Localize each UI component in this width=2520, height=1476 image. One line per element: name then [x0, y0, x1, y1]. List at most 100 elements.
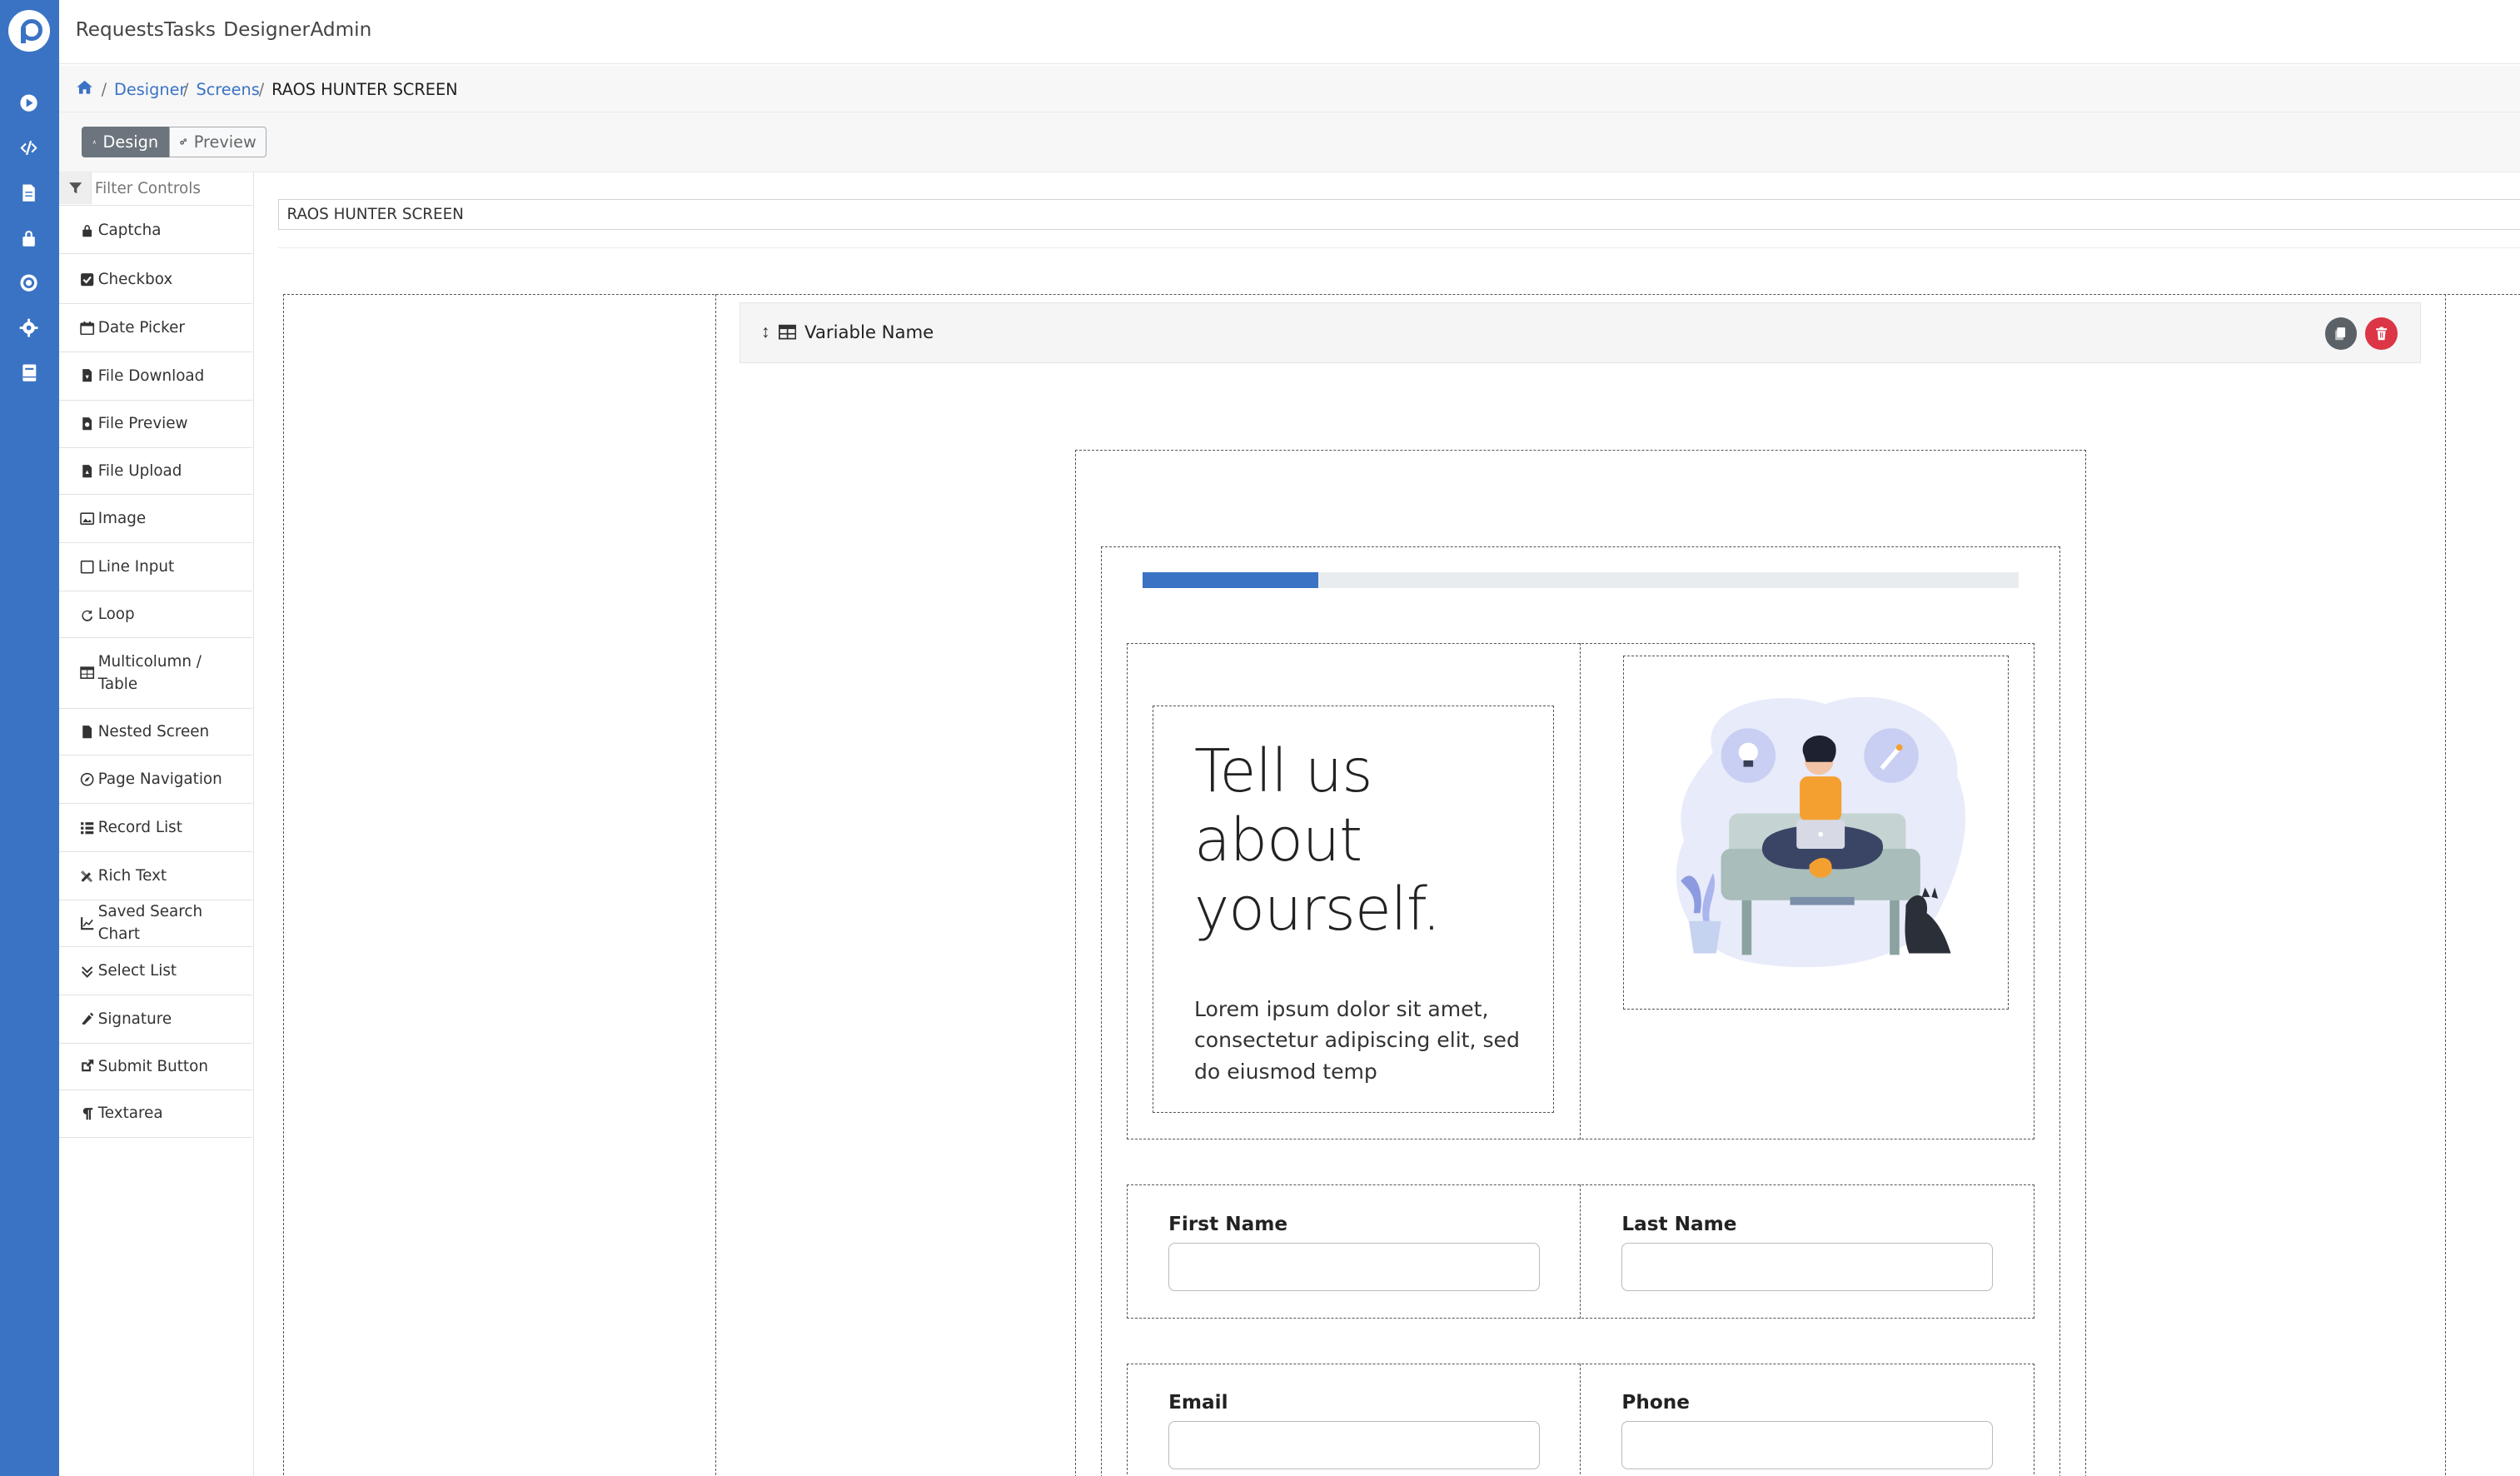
control-label: Checkbox — [97, 270, 173, 288]
control-label: Date Picker — [97, 318, 185, 337]
control-nested-screen[interactable]: Nested Screen — [59, 709, 252, 756]
phone-input[interactable] — [1621, 1421, 1994, 1469]
copy-button[interactable] — [2324, 317, 2358, 350]
email-label: Email — [1168, 1392, 1228, 1414]
trash-icon — [2375, 327, 2387, 341]
move-handle-icon[interactable]: ↕ — [761, 322, 770, 342]
control-date-picker[interactable]: Date Picker — [59, 304, 252, 352]
copy-icon — [2335, 327, 2346, 341]
left-rail — [0, 0, 60, 1476]
control-label: Textarea — [97, 1105, 163, 1123]
designer-toolbar: Design Preview — [59, 112, 2520, 172]
column-divider — [1580, 1184, 1581, 1319]
control-textarea[interactable]: Textarea — [59, 1090, 252, 1139]
control-file-upload[interactable]: File Upload — [59, 448, 252, 496]
home-icon[interactable] — [76, 79, 93, 99]
divider — [277, 247, 2520, 248]
control-submit-button[interactable]: Submit Button — [59, 1044, 252, 1090]
control-label: File Preview — [97, 415, 188, 433]
control-label: File Upload — [97, 462, 182, 481]
breadcrumb: / Designer / Screens / RAOS HUNTER SCREE… — [59, 66, 2520, 113]
control-checkbox[interactable]: Checkbox — [59, 256, 252, 304]
cogs-icon — [180, 138, 187, 145]
redo-icon — [80, 607, 94, 621]
design-label: Design — [102, 132, 159, 152]
control-record-list[interactable]: Record List — [59, 804, 252, 852]
breadcrumb-separator: / — [101, 80, 107, 100]
file-preview-icon — [80, 416, 94, 431]
control-label: Line Input — [97, 558, 175, 576]
control-label: Select List — [97, 961, 177, 980]
control-multicolumn-table[interactable]: Multicolumn / Table — [59, 638, 252, 710]
screen-title-input[interactable] — [277, 199, 2520, 230]
filter-icon — [59, 172, 92, 205]
target-icon[interactable] — [16, 270, 42, 296]
email-input[interactable] — [1168, 1421, 1540, 1469]
control-line-input[interactable]: Line Input — [59, 543, 252, 592]
breadcrumb-separator: / — [183, 80, 189, 100]
variable-bar[interactable]: ↕ Variable Name — [739, 302, 2421, 364]
book-icon[interactable] — [16, 360, 42, 386]
last-name-label: Last Name — [1621, 1214, 1737, 1236]
filter-controls-input[interactable] — [94, 177, 250, 202]
control-select-list[interactable]: Select List — [59, 947, 252, 995]
control-label: Multicolumn / Table — [97, 653, 202, 694]
file-download-icon — [80, 368, 94, 382]
control-rich-text[interactable]: Rich Text — [59, 852, 252, 900]
nav-designer[interactable]: Designer — [223, 19, 310, 41]
preview-mode-button[interactable]: Preview — [168, 127, 267, 158]
external-link-icon — [80, 1059, 94, 1073]
compass-icon — [80, 772, 95, 786]
control-label: Image — [97, 510, 147, 528]
control-label: Signature — [97, 1010, 172, 1028]
gear-icon[interactable] — [16, 315, 42, 341]
lock-icon[interactable] — [16, 225, 42, 251]
control-image[interactable]: Image — [59, 495, 252, 544]
calendar-icon — [80, 321, 95, 335]
filter-controls — [59, 172, 252, 207]
control-signature[interactable]: Signature — [59, 995, 252, 1044]
processmaker-logo[interactable] — [7, 9, 50, 52]
last-name-input[interactable] — [1621, 1242, 1994, 1291]
delete-button[interactable] — [2365, 317, 2398, 350]
control-label: File Download — [97, 367, 205, 385]
image-icon — [80, 511, 95, 526]
lock-icon — [80, 223, 94, 237]
list-icon — [80, 820, 94, 835]
control-label: Loop — [97, 606, 135, 624]
nav-admin[interactable]: Admin — [310, 19, 371, 41]
control-label: Rich Text — [97, 866, 167, 885]
table-icon — [779, 324, 797, 340]
signature-icon — [80, 1011, 94, 1025]
control-saved-search-chart[interactable]: Saved Search Chart — [59, 900, 252, 947]
control-file-preview[interactable]: File Preview — [59, 401, 252, 449]
variable-name-label: Variable Name — [804, 322, 934, 343]
hero-headline: Tell us about yourself. — [1193, 736, 1441, 944]
document-icon[interactable] — [16, 180, 42, 206]
control-captcha[interactable]: Captcha — [59, 207, 252, 254]
nav-tasks[interactable]: Tasks — [164, 19, 216, 41]
checkbox-icon — [80, 272, 94, 287]
breadcrumb-designer[interactable]: Designer — [114, 80, 186, 99]
first-name-input[interactable] — [1168, 1242, 1540, 1291]
breadcrumb-current: RAOS HUNTER SCREEN — [271, 80, 458, 100]
preview-label: Preview — [193, 132, 256, 152]
square-icon — [80, 560, 95, 574]
control-page-navigation[interactable]: Page Navigation — [59, 755, 252, 804]
breadcrumb-screens[interactable]: Screens — [196, 80, 259, 99]
play-circle-icon[interactable] — [16, 90, 42, 116]
first-name-label: First Name — [1168, 1214, 1288, 1236]
nav-requests[interactable]: Requests — [76, 19, 164, 41]
control-file-download[interactable]: File Download — [59, 352, 252, 401]
column-divider — [1580, 643, 1581, 1140]
design-mode-button[interactable]: Design — [82, 127, 169, 158]
file-icon — [80, 725, 94, 739]
control-loop[interactable]: Loop — [59, 591, 252, 639]
drafting-compass-icon — [92, 140, 97, 144]
chart-icon — [80, 916, 94, 930]
progress-bar-fill — [1143, 572, 1318, 589]
file-upload-icon — [80, 464, 94, 478]
control-label: Submit Button — [97, 1057, 208, 1075]
code-icon[interactable] — [16, 135, 42, 161]
person-with-laptop-illustration — [1676, 696, 1966, 968]
